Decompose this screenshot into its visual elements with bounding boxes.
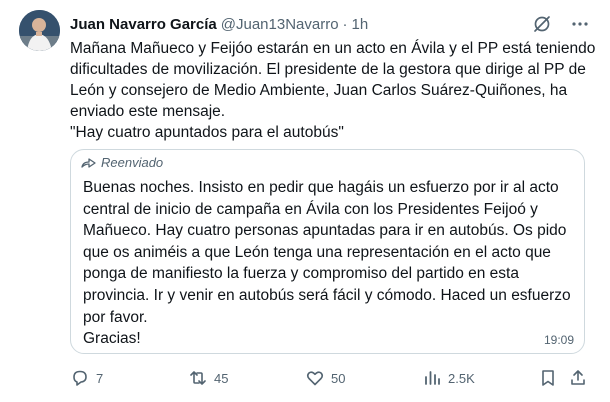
grok-icon[interactable] [532, 14, 552, 34]
tweet-line: dificultades de movilización. El preside… [70, 61, 586, 78]
tweet-line: enviado este mensaje. [70, 103, 226, 120]
forwarded-message-text: Buenas noches. Insisto en pedir que hagá… [83, 177, 578, 350]
message-line: Mañueco. Hay cuatro personas apuntadas p… [83, 222, 567, 240]
repost-icon [188, 368, 208, 388]
tweet-text: Mañana Mañueco y Feijóo estarán en un ac… [70, 38, 598, 143]
message-line: provincia. Ir y venir en autobús será fá… [83, 286, 571, 304]
more-icon[interactable] [570, 14, 590, 34]
message-line: Gracias! [83, 330, 141, 348]
views-count: 2.5K [448, 370, 475, 386]
bookmark-icon [538, 368, 558, 388]
like-count: 50 [331, 370, 346, 386]
action-bar: 7 45 50 2.5K [70, 367, 590, 389]
forward-icon [81, 157, 97, 169]
message-line: central de inicio de campaña en Ávila co… [83, 200, 538, 218]
message-time: 19:09 [543, 333, 574, 347]
message-line: Buenas noches. Insisto en pedir que hagá… [83, 179, 559, 196]
tweet-header: Juan Navarro García @Juan13Navarro · 1h [70, 13, 590, 35]
tweet-line: "Hay cuatro apuntados para el autobús" [70, 124, 344, 141]
tweet-time[interactable]: 1h [352, 16, 369, 33]
bookmark-button[interactable] [538, 367, 558, 389]
author-name[interactable]: Juan Navarro García [70, 16, 217, 33]
reply-icon [70, 368, 90, 388]
message-line: por favor. [83, 308, 148, 326]
tweet-line: León y consejero de Medio Ambiente, Juan… [70, 82, 568, 99]
forwarded-message-card: Reenviado Buenas noches. Insisto en pedi… [70, 149, 585, 354]
tweet-line: Mañana Mañueco y Feijóo estarán en un ac… [70, 40, 596, 57]
share-icon [568, 368, 588, 388]
views-button[interactable]: 2.5K [422, 367, 475, 389]
message-line: ponga de manifiesto la fuerza y compromi… [83, 265, 519, 283]
share-button[interactable] [568, 367, 588, 389]
reply-count: 7 [96, 370, 104, 386]
author-handle[interactable]: @Juan13Navarro [221, 16, 339, 33]
reply-button[interactable]: 7 [70, 367, 103, 389]
like-button[interactable]: 50 [305, 367, 345, 389]
repost-button[interactable]: 45 [188, 367, 228, 389]
avatar[interactable] [19, 10, 60, 51]
like-icon [305, 368, 325, 388]
views-icon [422, 368, 442, 388]
forwarded-label: Reenviado [81, 155, 163, 170]
message-line: que os animéis a que León tenga una repr… [83, 243, 551, 261]
repost-count: 45 [214, 370, 229, 386]
forwarded-text: Reenviado [101, 155, 164, 170]
separator-dot: · [342, 15, 348, 33]
